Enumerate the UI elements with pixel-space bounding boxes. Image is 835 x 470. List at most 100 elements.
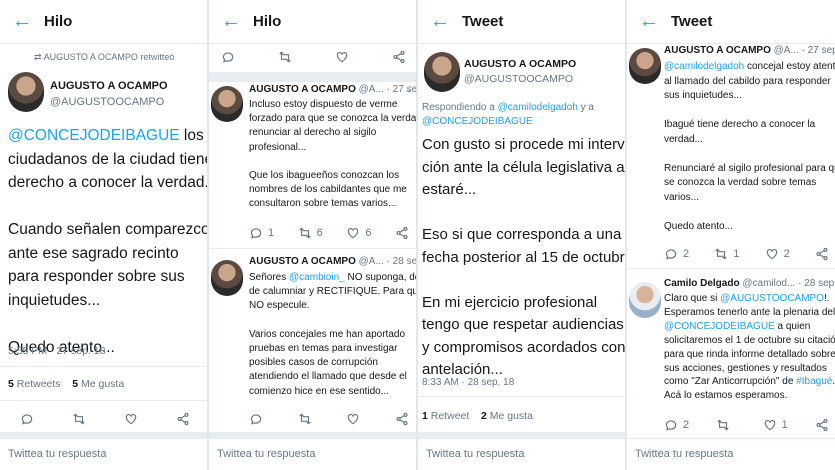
avatar[interactable] (629, 282, 661, 318)
author-name[interactable]: AUGUSTO A OCAMPO (249, 256, 356, 267)
share-icon[interactable] (395, 412, 409, 426)
author-name[interactable]: AUGUSTO A OCAMPO (464, 58, 576, 70)
retweet-button[interactable]: 6 (298, 226, 323, 240)
share-icon[interactable] (815, 247, 829, 261)
author-handle: @A... (358, 84, 384, 95)
tweet-line: y compromisos acordados con (422, 338, 625, 356)
tweet-timestamp: 5:55 PM · 27 sep. 18 (8, 345, 106, 357)
back-arrow-icon[interactable]: ← (209, 10, 253, 33)
likes-stat[interactable]: 5 Me gusta (72, 378, 124, 390)
share-icon[interactable] (815, 418, 829, 432)
chevron-down-icon[interactable]: ⌄ (404, 84, 412, 95)
author-handle[interactable]: @AUGUSTOOCAMPO (464, 73, 573, 85)
avatar[interactable] (211, 260, 243, 296)
mention-link[interactable]: @cambioin_ (289, 272, 345, 283)
reply-button[interactable]: 2 (664, 247, 689, 261)
author-handle: @A... (773, 45, 799, 56)
tweet-header: Camilo Delgado @camilod... · 28 sep. (664, 278, 835, 289)
avatar[interactable] (211, 86, 243, 122)
reply-icon[interactable] (249, 412, 263, 426)
avatar[interactable] (8, 72, 44, 112)
retweets-stat[interactable]: 5 Retweets (8, 378, 61, 390)
reply-icon[interactable] (221, 50, 235, 64)
share-icon[interactable] (395, 226, 409, 240)
mention-link[interactable]: @CONCEJODEIBAGUE (8, 127, 180, 144)
tweet-timestamp: 8:33 AM · 28 sep. 18 (422, 377, 515, 388)
tweet-line: Ibagué tiene derecho a conocer la (664, 119, 816, 130)
mention-link[interactable]: @camilodelgadoh (664, 61, 744, 72)
tweet-line: ción ante la célula legislativa allí (422, 158, 625, 176)
like-icon[interactable] (346, 412, 360, 426)
share-icon[interactable] (176, 412, 190, 426)
reply-input[interactable]: Twittea tu respuesta (209, 438, 416, 470)
tweet-line: Incluso estoy dispuesto de verme (249, 99, 398, 110)
mention-link[interactable]: @CONCEJODEIBAGUE (422, 116, 533, 127)
retweet-icon[interactable] (72, 412, 86, 426)
like-icon[interactable] (335, 50, 349, 64)
retweets-stat[interactable]: 1 Retweet (422, 410, 469, 422)
like-icon[interactable] (124, 412, 138, 426)
thread-panel-2: ← Hilo AUGUSTO A OCAMPO @A... · 27 sep. … (209, 0, 416, 470)
app-bar: ← Hilo (0, 0, 207, 44)
tweet-line: ciudadanos de la ciudad tienen (8, 150, 207, 168)
tweet-line: comienzo hice en ese sentido... (249, 385, 390, 397)
tweet-line: En mi ejercicio profesional (422, 293, 598, 311)
avatar[interactable] (424, 52, 460, 92)
back-arrow-icon[interactable]: ← (418, 10, 462, 33)
author-name[interactable]: Camilo Delgado (664, 278, 740, 289)
tweet-line: sus inquietudes... (664, 90, 742, 101)
retweet-icon[interactable] (298, 412, 312, 426)
hashtag-link[interactable]: #Ibagué (796, 376, 832, 387)
like-button[interactable]: 2 (765, 247, 790, 261)
retweet-button[interactable]: 1 (714, 247, 739, 261)
retweet-context: ⇄ AUGUSTO A OCAMPO retwitteó (34, 52, 174, 63)
reply-input[interactable]: Twittea tu respuesta (0, 438, 207, 470)
tweet-stats: 1 Retweet 2 Me gusta (422, 410, 533, 422)
tweet-line: para responder sobre sus (8, 268, 185, 285)
app-bar: ← Tweet (418, 0, 625, 44)
tweet-line: NO especule. (249, 300, 310, 312)
app-bar: ← Tweet (627, 0, 835, 44)
retweeted-by-label: AUGUSTO A OCAMPO retwitteó (43, 52, 175, 62)
avatar[interactable] (629, 48, 661, 84)
like-button[interactable]: 1 (763, 418, 788, 432)
tweet-line: fecha posterior al 15 de octubre... (422, 248, 625, 266)
mention-link[interactable]: @AUGUSTOOCAMPO (720, 293, 824, 304)
reply-icon[interactable] (20, 412, 34, 426)
reply-input[interactable]: Twittea tu respuesta (627, 438, 835, 470)
replying-to: Respondiendo a @camilodelgadoh y a @CONC… (422, 102, 594, 127)
mention-link[interactable]: @camilodelgadoh (498, 102, 578, 113)
retweet-button[interactable] (716, 418, 735, 432)
author-handle[interactable]: @AUGUSTOOCAMPO (50, 96, 164, 108)
author-name[interactable]: AUGUSTO A OCAMPO (664, 45, 771, 56)
reply-button[interactable]: 1 (249, 226, 274, 240)
tweet-line: Quedo atento... (664, 220, 733, 232)
tweet-line: consultaron sobre temas varios... (249, 198, 397, 210)
tweet-text: @camilodelgadoh concejal estoy atento al… (664, 60, 835, 234)
retweet-icon[interactable] (278, 50, 292, 64)
thread-panel-1: ← Hilo ⇄ AUGUSTO A OCAMPO retwitteó AUGU… (0, 0, 207, 470)
author-name[interactable]: AUGUSTO A OCAMPO (249, 84, 356, 95)
tweet-panel-4: ← Tweet AUGUSTO A OCAMPO @A... · 27 sep.… (627, 0, 835, 470)
mention-link[interactable]: @CONCEJODEIBAGUE (664, 321, 775, 332)
back-arrow-icon[interactable]: ← (627, 10, 671, 33)
screen-title: Hilo (253, 13, 282, 30)
tweet-line: profesional... (249, 141, 307, 153)
tweet-line: Con gusto si procede mi interven- (422, 136, 625, 153)
tweet-date: · 27 sep. (801, 45, 835, 56)
reply-button[interactable]: 2 (664, 418, 689, 432)
likes-stat[interactable]: 2 Me gusta (481, 410, 533, 422)
tweet-line: de calumniar y RECTIFIQUE. Para que (249, 286, 416, 298)
author-handle: @A... (358, 256, 384, 267)
tweet-line: varios... (664, 191, 700, 203)
author-name[interactable]: AUGUSTO A OCAMPO (50, 80, 168, 92)
like-button[interactable]: 6 (346, 226, 371, 240)
tweet-line: inquietudes... (8, 291, 101, 309)
tweet-line: al llamado del cabildo para responder (664, 75, 831, 87)
app-bar: ← Hilo (209, 0, 416, 44)
tweet-header: AUGUSTO A OCAMPO @A... · 27 sep. (664, 45, 835, 56)
reply-input[interactable]: Twittea tu respuesta (418, 438, 625, 470)
share-icon[interactable] (392, 50, 406, 64)
tweet-line: solicitaremos el 1 de octubre su citació… (664, 334, 835, 346)
back-arrow-icon[interactable]: ← (0, 10, 44, 33)
